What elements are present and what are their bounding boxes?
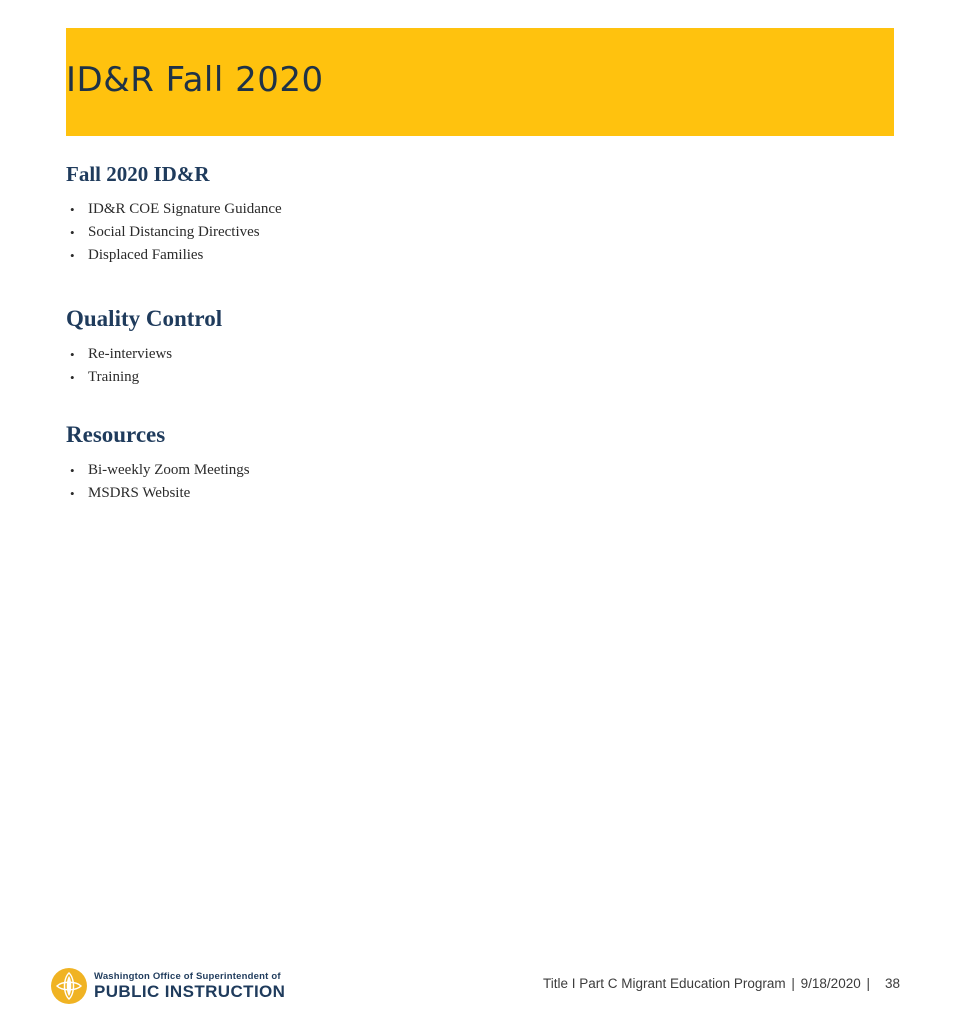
ospi-logo-text: Washington Office of Superintendent of P… (94, 972, 285, 1001)
list-item-label: Social Distancing Directives (88, 224, 260, 240)
ospi-sunburst-logo-icon (50, 967, 88, 1005)
list-item-label: Training (88, 369, 140, 385)
ospi-logo-line2: PUBLIC INSTRUCTION (94, 982, 286, 1002)
footer-meta: Title I Part C Migrant Education Program… (543, 976, 872, 991)
bullet-icon: • (70, 202, 75, 217)
bullet-icon: • (70, 225, 75, 240)
bullet-icon: • (70, 370, 75, 385)
ospi-logo: Washington Office of Superintendent of P… (50, 966, 285, 1006)
list-item-label: Bi-weekly Zoom Meetings (88, 462, 250, 478)
list-item-label: Re-interviews (88, 346, 173, 362)
footer-program-text: Title I Part C Migrant Education Program (543, 976, 786, 991)
slide: ID&R Fall 2020 Fall 2020 ID&R • ID&R COE … (0, 0, 960, 1004)
page-title: ID&R Fall 2020 (66, 60, 324, 100)
list-item-label: Displaced Families (88, 247, 204, 263)
bullet-list: • Re-interviews • Training (66, 343, 886, 389)
page-number: 38 (884, 976, 900, 991)
bullet-list: • ID&R COE Signature Guidance • Social Dis… (66, 198, 886, 267)
section-fall-2020-idr: Fall 2020 ID&R • ID&R COE Signature Guida… (66, 160, 886, 267)
footer-separator-left: | (791, 976, 795, 991)
section-heading: Fall 2020 ID&R (66, 162, 210, 186)
bullet-icon: • (70, 248, 75, 263)
footer-separator-right: | (866, 976, 870, 991)
list-item: • ID&R COE Signature Guidance (66, 198, 886, 221)
section-quality-control: Quality Control • Re-interviews • Training (66, 305, 886, 389)
section-heading: Quality Control (66, 306, 223, 331)
footer-date: 9/18/2020 (800, 976, 861, 991)
slide-footer: Washington Office of Superintendent of P… (0, 478, 960, 1004)
list-item: • Displaced Families (66, 244, 886, 267)
list-item: • Social Distancing Directives (66, 221, 886, 244)
slide-body: Fall 2020 ID&R • ID&R COE Signature Guida… (66, 160, 886, 523)
list-item: • Training (66, 366, 886, 389)
ospi-logo-line1: Washington Office of Superintendent of (94, 970, 281, 982)
list-item-label: ID&R COE Signature Guidance (88, 201, 282, 217)
list-item: • Re-interviews (66, 343, 886, 366)
bullet-icon: • (70, 347, 75, 362)
section-heading: Resources (66, 422, 166, 447)
